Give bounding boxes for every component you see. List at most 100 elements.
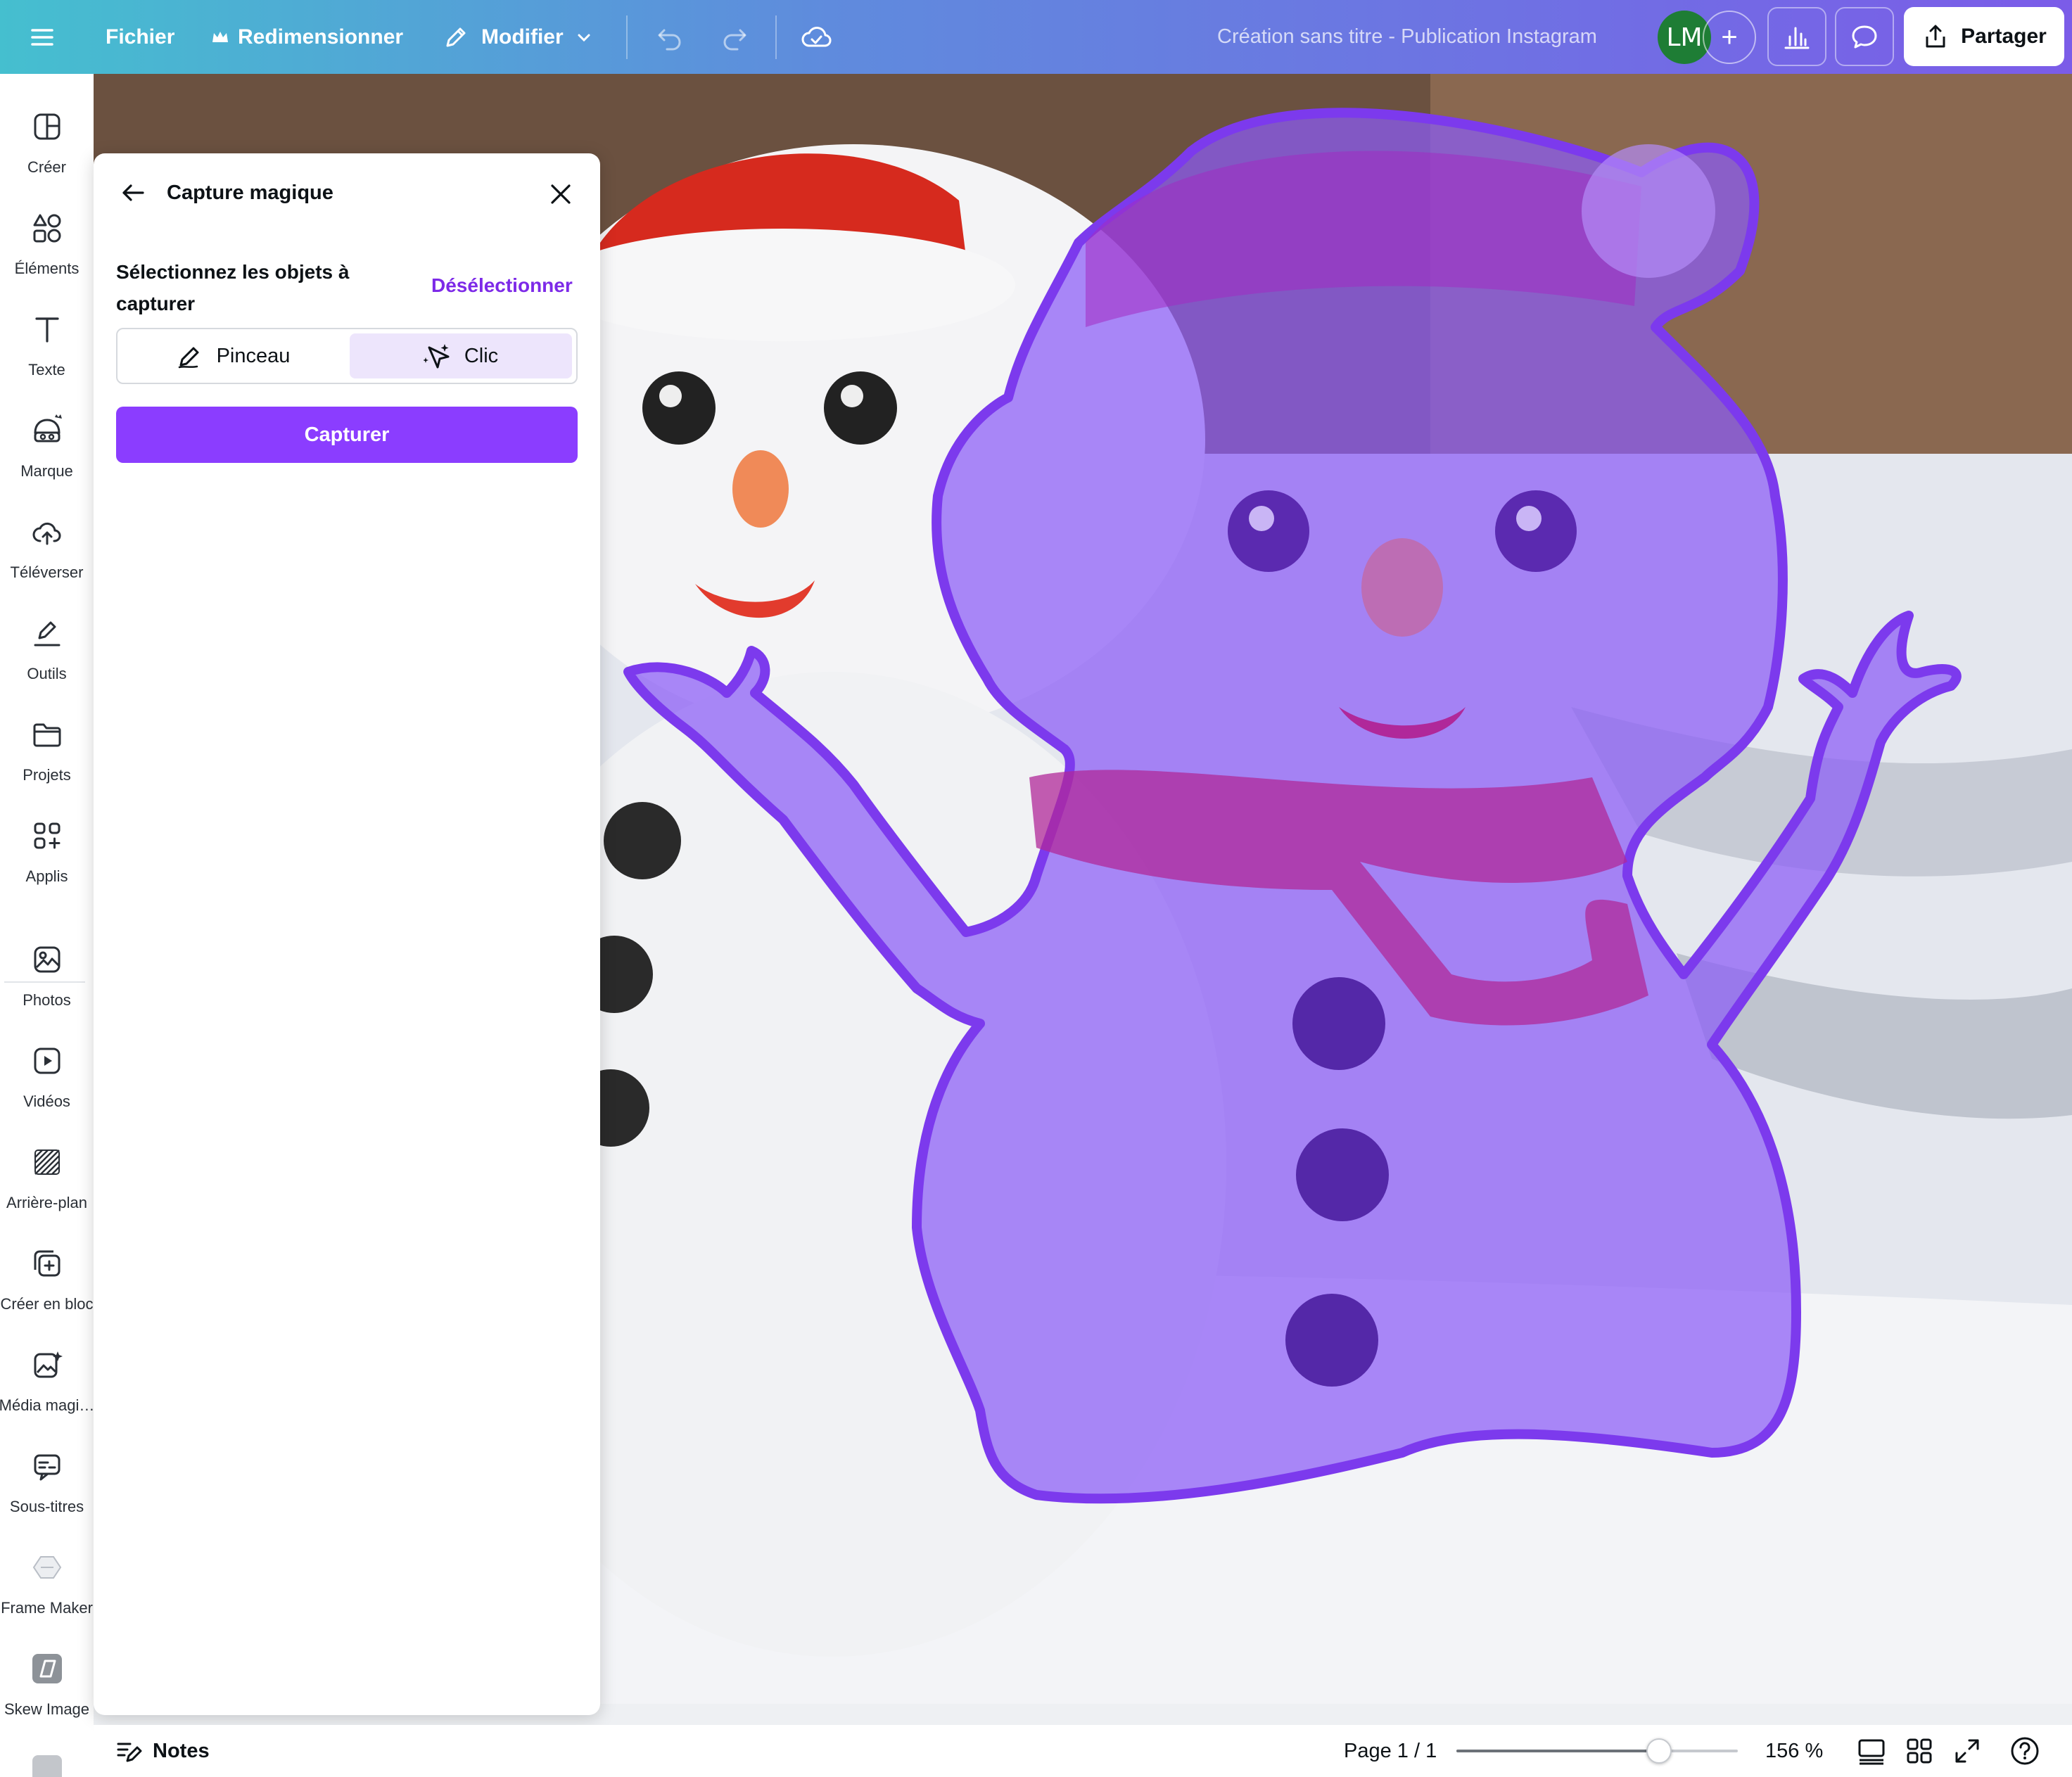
- magic-capture-panel: Capture magique Sélectionnez les objets …: [94, 153, 600, 1715]
- selection-mode-toggle: Pinceau Clic: [116, 328, 578, 384]
- click-mode-button[interactable]: Clic: [350, 333, 572, 378]
- notes-button[interactable]: Notes: [115, 1725, 210, 1777]
- help-icon[interactable]: [2009, 1735, 2041, 1767]
- invite-button[interactable]: +: [1703, 11, 1756, 64]
- notes-label: Notes: [153, 1739, 210, 1762]
- sidebar-item-label: Vidéos: [23, 1093, 70, 1110]
- sidebar-item-subtitles[interactable]: Sous-titres: [0, 1434, 94, 1533]
- share-upload-icon: [1926, 25, 1945, 48]
- sidebar-item-text[interactable]: Texte: [0, 298, 94, 396]
- app-thumbnail-icon: [32, 1755, 62, 1777]
- undo-button[interactable]: [654, 0, 685, 74]
- cloud-save-status[interactable]: [799, 0, 833, 74]
- sidebar-item-label: Créer: [27, 158, 66, 176]
- sidebar-item-elements[interactable]: Éléments: [0, 196, 94, 295]
- toolbar-divider: [626, 15, 628, 59]
- sidebar-item-videos[interactable]: Vidéos: [0, 1029, 94, 1128]
- skew-image-icon: [32, 1654, 62, 1683]
- sidebar-item-label: Outils: [27, 665, 67, 682]
- bottom-bar: Notes Page 1 / 1 156 %: [94, 1725, 2072, 1777]
- file-menu-button[interactable]: Fichier: [106, 0, 174, 74]
- create-icon: [34, 113, 61, 140]
- share-label: Partager: [1961, 25, 2047, 48]
- frame-maker-icon: [32, 1556, 62, 1579]
- panel-title: Capture magique: [167, 181, 333, 204]
- sidebar-item-label: Créer en bloc: [0, 1295, 94, 1313]
- sidebar-item-bulk-create[interactable]: Créer en bloc: [0, 1232, 94, 1330]
- chevron-down-icon: [578, 34, 590, 42]
- sidebar-item-more-apps[interactable]: [0, 1738, 94, 1777]
- videos-icon: [34, 1047, 61, 1074]
- crown-icon: [212, 31, 228, 42]
- comment-bubble-icon: [1852, 25, 1877, 49]
- edit-mode-button[interactable]: Modifier: [442, 0, 593, 74]
- sidebar-item-label: Skew Image: [4, 1700, 90, 1718]
- photos-icon: [34, 946, 61, 973]
- sidebar-item-label: Arrière-plan: [6, 1194, 87, 1211]
- brand-icon: [34, 414, 62, 442]
- sidebar-item-skew-image[interactable]: Skew Image: [0, 1637, 94, 1735]
- sidebar-item-brand[interactable]: Marque: [0, 399, 94, 497]
- apps-icon: [34, 822, 61, 849]
- magic-cursor-icon: [423, 344, 450, 369]
- bulk-create-icon: [34, 1250, 61, 1277]
- share-button[interactable]: Partager: [1904, 7, 2064, 66]
- sidebar-item-frame-maker[interactable]: Frame Maker: [0, 1536, 94, 1634]
- zoom-level[interactable]: 156 %: [1765, 1725, 1823, 1777]
- brush-mode-label: Pinceau: [216, 344, 291, 367]
- insights-button[interactable]: [1767, 7, 1826, 66]
- sidebar-item-label: Marque: [20, 462, 73, 480]
- brush-mode-button[interactable]: Pinceau: [122, 333, 344, 378]
- redo-icon: [723, 29, 746, 50]
- draw-tools-icon: [34, 621, 61, 647]
- sidebar-item-label: Téléverser: [10, 563, 84, 581]
- sidebar-item-tools[interactable]: Outils: [0, 601, 94, 700]
- magic-media-icon: [34, 1351, 63, 1378]
- sidebar-item-label: Sous-titres: [9, 1498, 84, 1515]
- pencil-icon: [446, 27, 466, 46]
- elements-icon: [33, 214, 61, 243]
- notes-icon: [117, 1743, 142, 1762]
- redo-button[interactable]: [719, 0, 750, 74]
- deselect-button[interactable]: Désélectionner: [431, 274, 573, 297]
- zoom-slider[interactable]: [1456, 1738, 1738, 1764]
- sidebar-item-upload[interactable]: Téléverser: [0, 500, 94, 599]
- document-title[interactable]: Création sans titre - Publication Instag…: [1217, 0, 1597, 74]
- upload-cloud-icon: [32, 522, 61, 545]
- comments-button[interactable]: [1835, 7, 1894, 66]
- undo-icon: [658, 29, 681, 50]
- zoom-slider-thumb[interactable]: [1646, 1738, 1672, 1764]
- subtitles-icon: [34, 1454, 61, 1481]
- page-indicator[interactable]: Page 1 / 1: [1344, 1725, 1437, 1777]
- sidebar-item-label: Média magi…: [0, 1396, 95, 1414]
- back-arrow-icon[interactable]: [117, 177, 148, 208]
- text-icon: [35, 317, 59, 343]
- background-icon: [34, 1149, 60, 1175]
- edit-label: Modifier: [481, 25, 564, 49]
- grid-view-icon[interactable]: [1903, 1735, 1936, 1767]
- zoom-slider-fill: [1456, 1750, 1659, 1752]
- resize-label: Redimensionner: [238, 25, 404, 49]
- sidebar-item-label: Texte: [28, 361, 65, 378]
- sidebar-item-label: Frame Maker: [1, 1599, 93, 1617]
- toolbar-divider: [775, 15, 777, 59]
- cloud-check-icon: [801, 26, 832, 46]
- sidebar-item-background[interactable]: Arrière-plan: [0, 1130, 94, 1229]
- sidebar-item-projects[interactable]: Projets: [0, 703, 94, 801]
- sidebar-item-photos[interactable]: Photos: [0, 928, 94, 1026]
- resize-button[interactable]: Redimensionner: [211, 0, 403, 74]
- fullscreen-icon[interactable]: [1951, 1735, 1983, 1767]
- sidebar-item-create[interactable]: Créer: [0, 95, 94, 193]
- left-sidebar: Créer Éléments Texte Marque Téléverser O…: [0, 74, 94, 1777]
- sidebar-item-apps[interactable]: Applis: [0, 804, 94, 903]
- close-icon[interactable]: [545, 179, 576, 210]
- sidebar-item-label: Projets: [23, 766, 71, 784]
- main-menu-button[interactable]: [28, 0, 56, 74]
- sidebar-item-label: Éléments: [14, 260, 80, 277]
- sidebar-item-label: Applis: [25, 867, 68, 885]
- sidebar-item-magic-media[interactable]: Média magi…: [0, 1333, 94, 1432]
- page-view-icon[interactable]: [1855, 1735, 1888, 1767]
- capture-button[interactable]: Capturer: [116, 407, 578, 463]
- hamburger-icon: [31, 28, 53, 46]
- folder-icon: [33, 723, 61, 747]
